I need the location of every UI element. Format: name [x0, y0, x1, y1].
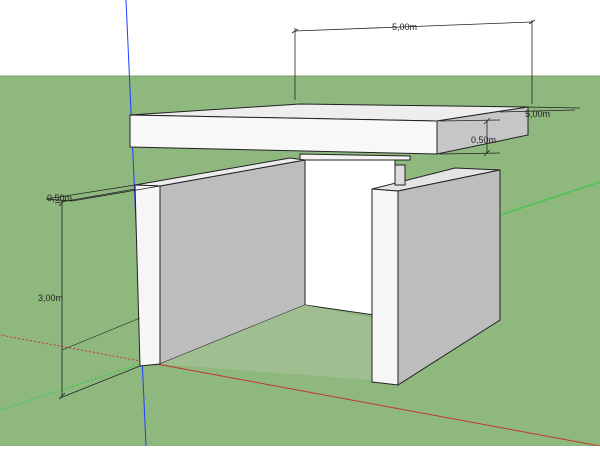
right-wall-front-face[interactable] [371, 188, 399, 386]
slab-front-face[interactable] [129, 114, 438, 155]
sky [0, 0, 600, 76]
dimension-wall-height-label: 3,00m [38, 293, 63, 303]
left-wall-front-face[interactable] [134, 184, 161, 367]
dimension-slab-depth-label: 5,00m [525, 109, 550, 119]
dimension-slab-thickness-label: 0,50m [471, 135, 496, 145]
3d-scene[interactable]: 5,00m 5,00m 0,50m 0,50m 3,00m [0, 0, 600, 447]
dimension-slab-width-label: 5,00m [392, 22, 417, 32]
right-wall-back-face [394, 164, 406, 186]
dimension-wall-thickness-label: 0,50m [47, 193, 72, 203]
sketchup-viewport[interactable]: 5,00m 5,00m 0,50m 0,50m 3,00m [0, 0, 600, 447]
